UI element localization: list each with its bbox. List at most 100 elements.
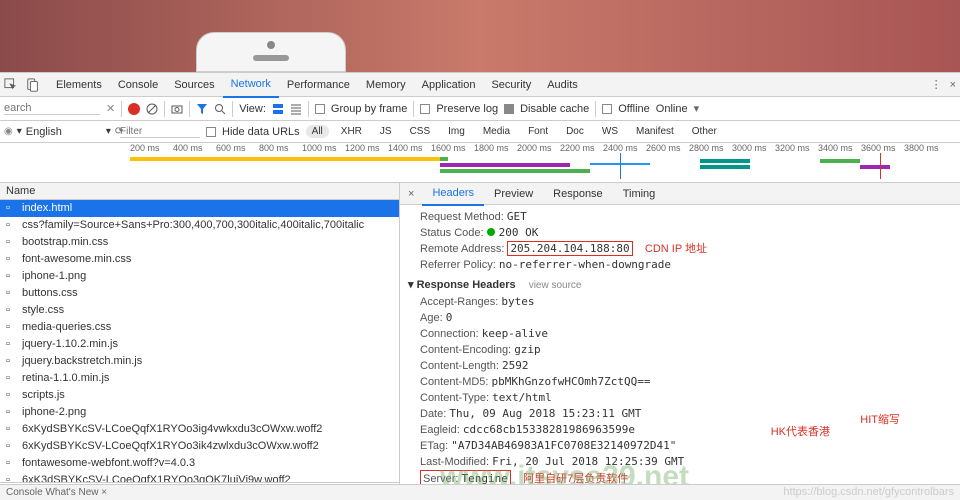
header-row: Accept-Ranges: bytes bbox=[408, 294, 952, 310]
tab-timing[interactable]: Timing bbox=[613, 183, 666, 205]
clear-icon[interactable] bbox=[146, 103, 158, 115]
eye-icon[interactable]: ◉ bbox=[4, 126, 13, 137]
preserve-log-checkbox[interactable] bbox=[420, 104, 430, 114]
tab-security[interactable]: Security bbox=[483, 73, 539, 97]
tab-application[interactable]: Application bbox=[414, 73, 484, 97]
details-tab-bar: × Headers Preview Response Timing bbox=[400, 183, 960, 205]
group-by-frame-checkbox[interactable] bbox=[315, 104, 325, 114]
ruler-tick: 2800 ms bbox=[689, 143, 724, 153]
filter-chip-js[interactable]: JS bbox=[374, 125, 398, 138]
divider bbox=[121, 101, 122, 117]
request-row[interactable]: ▫style.css bbox=[0, 302, 399, 319]
request-row[interactable]: ▫ retina-1.1.0.min.js bbox=[0, 370, 399, 387]
throttle-select[interactable]: English bbox=[26, 126, 62, 138]
request-row[interactable]: ▫css?family=Source+Sans+Pro:300,400,700,… bbox=[0, 217, 399, 234]
request-name: style.css bbox=[22, 303, 64, 318]
tab-sources[interactable]: Sources bbox=[166, 73, 222, 97]
file-icon: ▫ bbox=[6, 235, 18, 250]
tab-response[interactable]: Response bbox=[543, 183, 613, 205]
tab-performance[interactable]: Performance bbox=[279, 73, 358, 97]
request-list: Name ▫index.html▫css?family=Source+Sans+… bbox=[0, 183, 400, 500]
disable-cache-checkbox[interactable] bbox=[504, 104, 514, 114]
ruler-tick: 2600 ms bbox=[646, 143, 681, 153]
refresh-icon[interactable]: ⟳ bbox=[115, 126, 123, 137]
tab-console[interactable]: Console bbox=[110, 73, 166, 97]
hide-data-urls-checkbox[interactable] bbox=[206, 127, 216, 137]
more-icon[interactable]: ⋮ bbox=[931, 78, 942, 91]
header-row: Content-Encoding: gzip bbox=[408, 342, 952, 358]
file-icon: ▫ bbox=[6, 252, 18, 267]
filter-input[interactable] bbox=[120, 126, 200, 138]
filter-chip-media[interactable]: Media bbox=[477, 125, 516, 138]
chevron-down-icon[interactable]: ▾ bbox=[694, 102, 700, 115]
response-headers-title[interactable]: ▾ Response Headers view source bbox=[408, 277, 952, 294]
filter-chip-doc[interactable]: Doc bbox=[560, 125, 590, 138]
timeline-overview[interactable]: 200 ms400 ms600 ms800 ms1000 ms1200 ms14… bbox=[0, 143, 960, 183]
tab-headers[interactable]: Headers bbox=[422, 183, 484, 206]
ruler-tick: 200 ms bbox=[130, 143, 160, 153]
search-input-wrap bbox=[4, 102, 100, 115]
tab-audits[interactable]: Audits bbox=[539, 73, 586, 97]
name-column-header[interactable]: Name bbox=[0, 183, 399, 200]
ruler-tick: 2400 ms bbox=[603, 143, 638, 153]
filter-icon[interactable] bbox=[196, 103, 208, 115]
request-row[interactable]: ▫scripts.js bbox=[0, 387, 399, 404]
file-icon: ▫ bbox=[6, 354, 18, 369]
close-icon[interactable]: × bbox=[950, 79, 956, 91]
filter-chip-all[interactable]: All bbox=[306, 125, 329, 138]
ruler-tick: 3200 ms bbox=[775, 143, 810, 153]
request-row[interactable]: ▫bootstrap.min.css bbox=[0, 234, 399, 251]
filter-chip-css[interactable]: CSS bbox=[404, 125, 437, 138]
tab-preview[interactable]: Preview bbox=[484, 183, 543, 205]
filter-chip-ws[interactable]: WS bbox=[596, 125, 624, 138]
ruler-tick: 2200 ms bbox=[560, 143, 595, 153]
filter-chip-manifest[interactable]: Manifest bbox=[630, 125, 680, 138]
offline-checkbox[interactable] bbox=[602, 104, 612, 114]
tab-network[interactable]: Network bbox=[223, 72, 279, 98]
tab-elements[interactable]: Elements bbox=[48, 73, 110, 97]
request-details: × Headers Preview Response Timing Reques… bbox=[400, 183, 960, 500]
request-name: retina-1.1.0.min.js bbox=[22, 371, 109, 386]
request-row[interactable]: ▫buttons.css bbox=[0, 285, 399, 302]
request-row[interactable]: ▫jquery-1.10.2.min.js bbox=[0, 336, 399, 353]
camera-icon[interactable] bbox=[171, 103, 183, 115]
request-name: index.html bbox=[22, 201, 72, 216]
devtools-tab-bar: Elements Console Sources Network Perform… bbox=[0, 73, 960, 97]
record-icon[interactable] bbox=[128, 103, 140, 115]
request-name: 6xK3dSBYKcSV-LCoeQqfX1RYOo3qOK7lujVj9w.w… bbox=[22, 473, 291, 482]
view-large-icon[interactable] bbox=[272, 103, 284, 115]
divider bbox=[232, 101, 233, 117]
search-icon[interactable] bbox=[214, 103, 226, 115]
request-row[interactable]: ▫font-awesome.min.css bbox=[0, 251, 399, 268]
tab-memory[interactable]: Memory bbox=[358, 73, 414, 97]
search-input[interactable] bbox=[4, 102, 100, 115]
request-row[interactable]: ▫index.html bbox=[0, 200, 399, 217]
filter-chip-img[interactable]: Img bbox=[442, 125, 471, 138]
inspect-icon[interactable] bbox=[4, 78, 18, 92]
online-label[interactable]: Online bbox=[656, 103, 688, 115]
request-row[interactable]: ▫iphone-1.png bbox=[0, 268, 399, 285]
request-row[interactable]: ▫jquery.backstretch.min.js bbox=[0, 353, 399, 370]
footer-watermark: https://blog.csdn.net/gfycontrolbars bbox=[783, 486, 954, 498]
request-row[interactable]: ▫6xKydSBYKcSV-LCoeQqfX1RYOo3ik4zwlxdu3cO… bbox=[0, 438, 399, 455]
request-name: iphone-1.png bbox=[22, 269, 86, 284]
filter-chip-xhr[interactable]: XHR bbox=[335, 125, 368, 138]
chevron-down-icon[interactable]: ▾ bbox=[106, 126, 111, 137]
headers-body: Request Method: GET Status Code: 200 OK … bbox=[400, 205, 960, 500]
file-icon: ▫ bbox=[6, 473, 18, 482]
file-icon: ▫ bbox=[6, 371, 18, 386]
request-row[interactable]: ▫iphone-2.png bbox=[0, 404, 399, 421]
request-name: fontawesome-webfont.woff?v=4.0.3 bbox=[22, 456, 195, 471]
file-icon: ▫ bbox=[6, 456, 18, 471]
chevron-down-icon[interactable]: ▾ bbox=[17, 126, 22, 137]
view-small-icon[interactable] bbox=[290, 103, 302, 115]
request-row[interactable]: ▫6xKydSBYKcSV-LCoeQqfX1RYOo3ig4vwkxdu3cO… bbox=[0, 421, 399, 438]
filter-chip-other[interactable]: Other bbox=[686, 125, 723, 138]
close-details-icon[interactable]: × bbox=[400, 188, 422, 200]
clear-search-icon[interactable]: ✕ bbox=[106, 102, 115, 115]
request-row[interactable]: ▫ 6xK3dSBYKcSV-LCoeQqfX1RYOo3qOK7lujVj9w.… bbox=[0, 472, 399, 482]
request-row[interactable]: ▫media-queries.css bbox=[0, 319, 399, 336]
filter-chip-font[interactable]: Font bbox=[522, 125, 554, 138]
device-icon[interactable] bbox=[26, 78, 40, 92]
request-row[interactable]: ▫ fontawesome-webfont.woff?v=4.0.3 bbox=[0, 455, 399, 472]
